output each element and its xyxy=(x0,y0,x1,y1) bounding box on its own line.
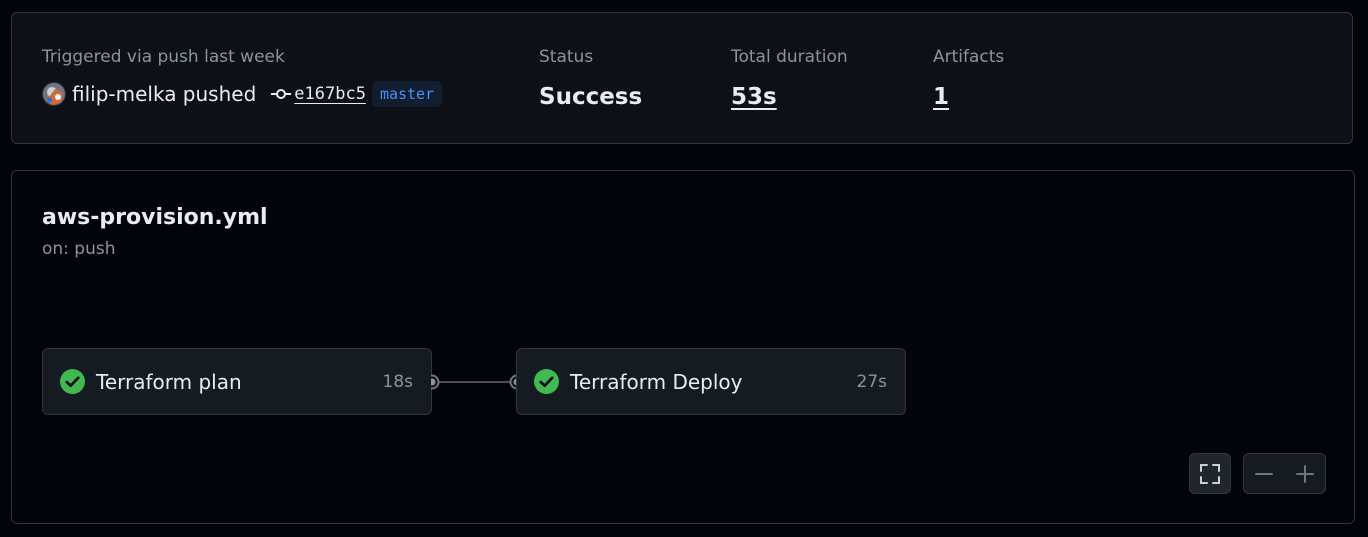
zoom-controls xyxy=(1243,453,1326,494)
zoom-in-button[interactable] xyxy=(1285,454,1326,493)
fullscreen-button[interactable] xyxy=(1189,453,1231,494)
job-terraform-deploy[interactable]: Terraform Deploy 27s xyxy=(516,348,906,415)
job-name: Terraform Deploy xyxy=(570,369,743,394)
trigger-column: Triggered via push last week filip-melka… xyxy=(42,46,443,107)
fullscreen-icon xyxy=(1200,463,1220,484)
duration-column: Total duration 53s xyxy=(731,46,848,111)
avatar[interactable] xyxy=(42,82,66,106)
plus-icon xyxy=(1295,464,1314,483)
job-duration: 18s xyxy=(382,371,414,392)
duration-link[interactable]: 53s xyxy=(731,83,848,111)
status-label: Status xyxy=(539,47,594,67)
avatar-image xyxy=(43,83,65,105)
job-duration: 27s xyxy=(856,371,888,392)
artifacts-link[interactable]: 1 xyxy=(933,83,1004,111)
artifacts-column: Artifacts 1 xyxy=(933,46,1004,111)
workflow-graph-card: aws-provision.yml on: push Terraform pla… xyxy=(11,170,1355,524)
actor-text[interactable]: filip-melka pushed xyxy=(72,82,256,106)
workflow-file-name: aws-provision.yml xyxy=(42,205,268,230)
run-summary-card: Triggered via push last week filip-melka… xyxy=(11,12,1353,144)
job-name: Terraform plan xyxy=(96,369,242,394)
minus-icon xyxy=(1255,472,1274,475)
workflow-trigger: on: push xyxy=(42,239,116,259)
trigger-row: filip-melka pushed e167bc5 master xyxy=(42,81,443,107)
job-terraform-plan[interactable]: Terraform plan 18s xyxy=(42,348,432,415)
artifacts-label: Artifacts xyxy=(933,47,1005,67)
status-value: Success xyxy=(539,84,643,110)
git-commit-icon xyxy=(271,89,292,99)
commit-sha-link[interactable]: e167bc5 xyxy=(294,84,366,104)
check-circle-icon xyxy=(60,369,85,394)
trigger-label: Triggered via push last week xyxy=(42,47,285,67)
job-connector xyxy=(431,374,519,390)
status-column: Status Success xyxy=(539,46,642,111)
zoom-out-button[interactable] xyxy=(1244,454,1285,493)
branch-label[interactable]: master xyxy=(371,81,443,107)
duration-label: Total duration xyxy=(731,47,848,67)
check-circle-icon xyxy=(534,369,559,394)
